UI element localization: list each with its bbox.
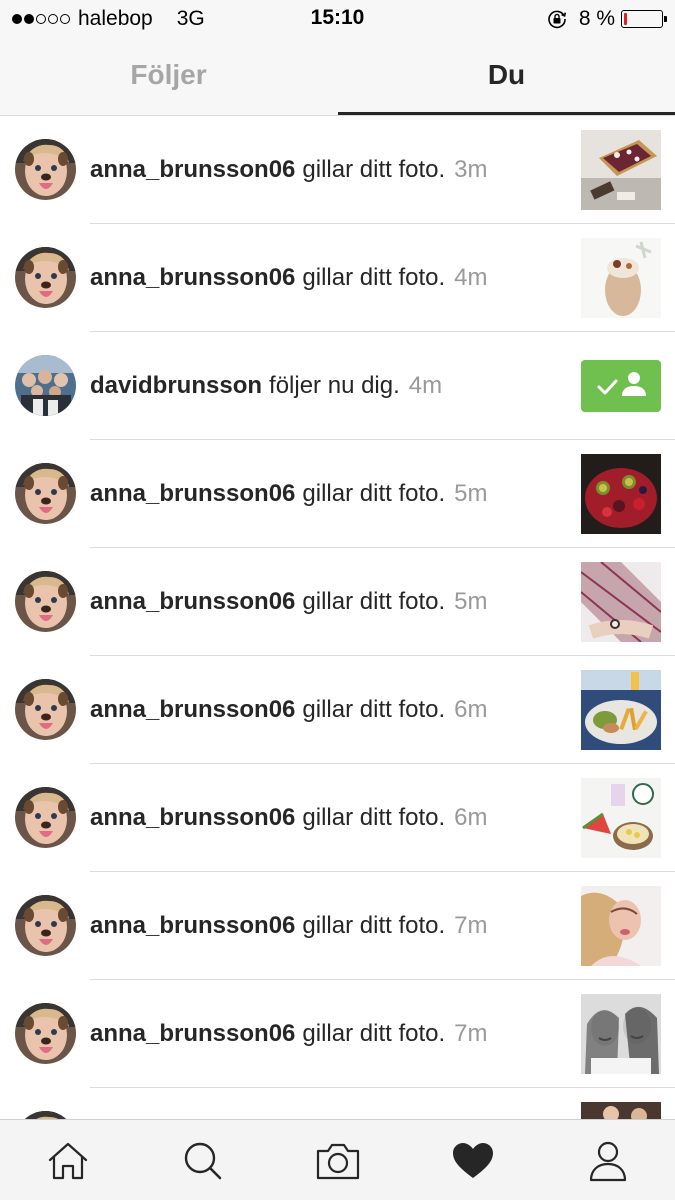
liked-photo-thumbnail[interactable]	[581, 130, 661, 210]
activity-timestamp: 7m	[454, 1020, 488, 1047]
activity-action: gillar ditt foto.	[302, 156, 446, 183]
avatar[interactable]	[15, 571, 76, 632]
activity-row[interactable]	[0, 1088, 675, 1119]
activity-action: gillar ditt foto.	[302, 480, 446, 507]
liked-photo-thumbnail[interactable]	[581, 886, 661, 966]
bottom-navigation	[0, 1119, 675, 1200]
liked-photo-thumbnail[interactable]	[581, 670, 661, 750]
activity-row[interactable]: anna_brunsson06 gillar ditt foto. 7m	[0, 980, 675, 1088]
battery-level	[624, 13, 627, 25]
activity-action: följer nu dig.	[269, 372, 400, 399]
activity-action: gillar ditt foto.	[302, 912, 446, 939]
activity-text: anna_brunsson06 gillar ditt foto. 4m	[90, 224, 560, 332]
activity-timestamp: 5m	[454, 588, 488, 615]
liked-photo-thumbnail[interactable]	[581, 994, 661, 1074]
avatar[interactable]	[15, 1111, 76, 1119]
battery-info: 8 %	[547, 6, 667, 32]
following-check-icon	[597, 372, 646, 396]
activity-action: gillar ditt foto.	[302, 696, 446, 723]
activity-action: gillar ditt foto.	[302, 1020, 446, 1047]
activity-text: anna_brunsson06 gillar ditt foto. 6m	[90, 656, 560, 764]
activity-action: gillar ditt foto.	[302, 264, 446, 291]
tab-following[interactable]: Följer	[0, 38, 337, 115]
nav-camera[interactable]	[270, 1120, 405, 1200]
activity-text: davidbrunsson följer nu dig. 4m	[90, 332, 560, 440]
activity-text	[90, 1088, 560, 1119]
camera-icon	[316, 1143, 359, 1179]
activity-text: anna_brunsson06 gillar ditt foto. 5m	[90, 548, 560, 656]
activity-row[interactable]: anna_brunsson06 gillar ditt foto. 5m	[0, 440, 675, 548]
active-tab-indicator	[338, 112, 675, 115]
activity-username[interactable]: anna_brunsson06	[90, 696, 295, 724]
activity-row[interactable]: anna_brunsson06 gillar ditt foto. 4m	[0, 224, 675, 332]
activity-action: gillar ditt foto.	[302, 588, 446, 615]
home-icon	[48, 1142, 87, 1179]
activity-username[interactable]: davidbrunsson	[90, 372, 262, 400]
activity-username[interactable]: anna_brunsson06	[90, 156, 295, 184]
avatar[interactable]	[15, 463, 76, 524]
tab-you[interactable]: Du	[338, 38, 675, 115]
activity-text: anna_brunsson06 gillar ditt foto. 3m	[90, 116, 560, 224]
activity-row[interactable]: anna_brunsson06 gillar ditt foto. 6m	[0, 764, 675, 872]
activity-username[interactable]: anna_brunsson06	[90, 912, 295, 940]
activity-text: anna_brunsson06 gillar ditt foto. 7m	[90, 980, 560, 1088]
activity-row[interactable]: anna_brunsson06 gillar ditt foto. 7m	[0, 872, 675, 980]
avatar[interactable]	[15, 679, 76, 740]
activity-username[interactable]: anna_brunsson06	[90, 804, 295, 832]
avatar[interactable]	[15, 139, 76, 200]
activity-timestamp: 7m	[454, 912, 488, 939]
avatar[interactable]	[15, 1003, 76, 1064]
activity-action: gillar ditt foto.	[302, 804, 446, 831]
activity-tabs: Följer Du	[0, 38, 675, 116]
activity-timestamp: 5m	[454, 480, 488, 507]
battery-percentage: 8 %	[578, 7, 615, 30]
nav-search[interactable]	[135, 1120, 270, 1200]
activity-timestamp: 3m	[454, 156, 488, 183]
status-bar: halebop 3G 15:10 8 %	[0, 0, 675, 38]
nav-activity[interactable]	[405, 1120, 540, 1200]
activity-feed: anna_brunsson06 gillar ditt foto. 3m anna_b…	[0, 116, 675, 1119]
battery-icon	[621, 10, 667, 28]
liked-photo-thumbnail[interactable]	[581, 454, 661, 534]
following-button[interactable]	[581, 360, 661, 412]
activity-text: anna_brunsson06 gillar ditt foto. 6m	[90, 764, 560, 872]
activity-username[interactable]: anna_brunsson06	[90, 480, 295, 508]
activity-timestamp: 4m	[408, 372, 443, 399]
activity-timestamp: 6m	[454, 696, 488, 723]
avatar[interactable]	[15, 355, 76, 416]
activity-row[interactable]: anna_brunsson06 gillar ditt foto. 5m	[0, 548, 675, 656]
liked-photo-thumbnail[interactable]	[581, 238, 661, 318]
activity-username[interactable]: anna_brunsson06	[90, 1020, 295, 1048]
activity-timestamp: 4m	[454, 264, 488, 291]
activity-text: anna_brunsson06 gillar ditt foto. 7m	[90, 872, 560, 980]
avatar[interactable]	[15, 247, 76, 308]
liked-photo-thumbnail[interactable]	[581, 562, 661, 642]
nav-home[interactable]	[0, 1120, 135, 1200]
profile-icon	[589, 1141, 626, 1181]
heart-icon	[452, 1142, 493, 1178]
avatar[interactable]	[15, 787, 76, 848]
liked-photo-thumbnail[interactable]	[581, 1102, 661, 1119]
activity-row[interactable]: anna_brunsson06 gillar ditt foto. 6m	[0, 656, 675, 764]
rotation-lock-icon	[548, 10, 566, 29]
activity-row[interactable]: anna_brunsson06 gillar ditt foto. 3m	[0, 116, 675, 224]
nav-profile[interactable]	[540, 1120, 675, 1200]
activity-row[interactable]: davidbrunsson följer nu dig. 4m	[0, 332, 675, 440]
activity-username[interactable]: anna_brunsson06	[90, 588, 295, 616]
liked-photo-thumbnail[interactable]	[581, 778, 661, 858]
avatar[interactable]	[15, 895, 76, 956]
activity-timestamp: 6m	[454, 804, 488, 831]
activity-username[interactable]: anna_brunsson06	[90, 264, 295, 292]
activity-text: anna_brunsson06 gillar ditt foto. 5m	[90, 440, 560, 548]
search-icon	[184, 1142, 221, 1179]
